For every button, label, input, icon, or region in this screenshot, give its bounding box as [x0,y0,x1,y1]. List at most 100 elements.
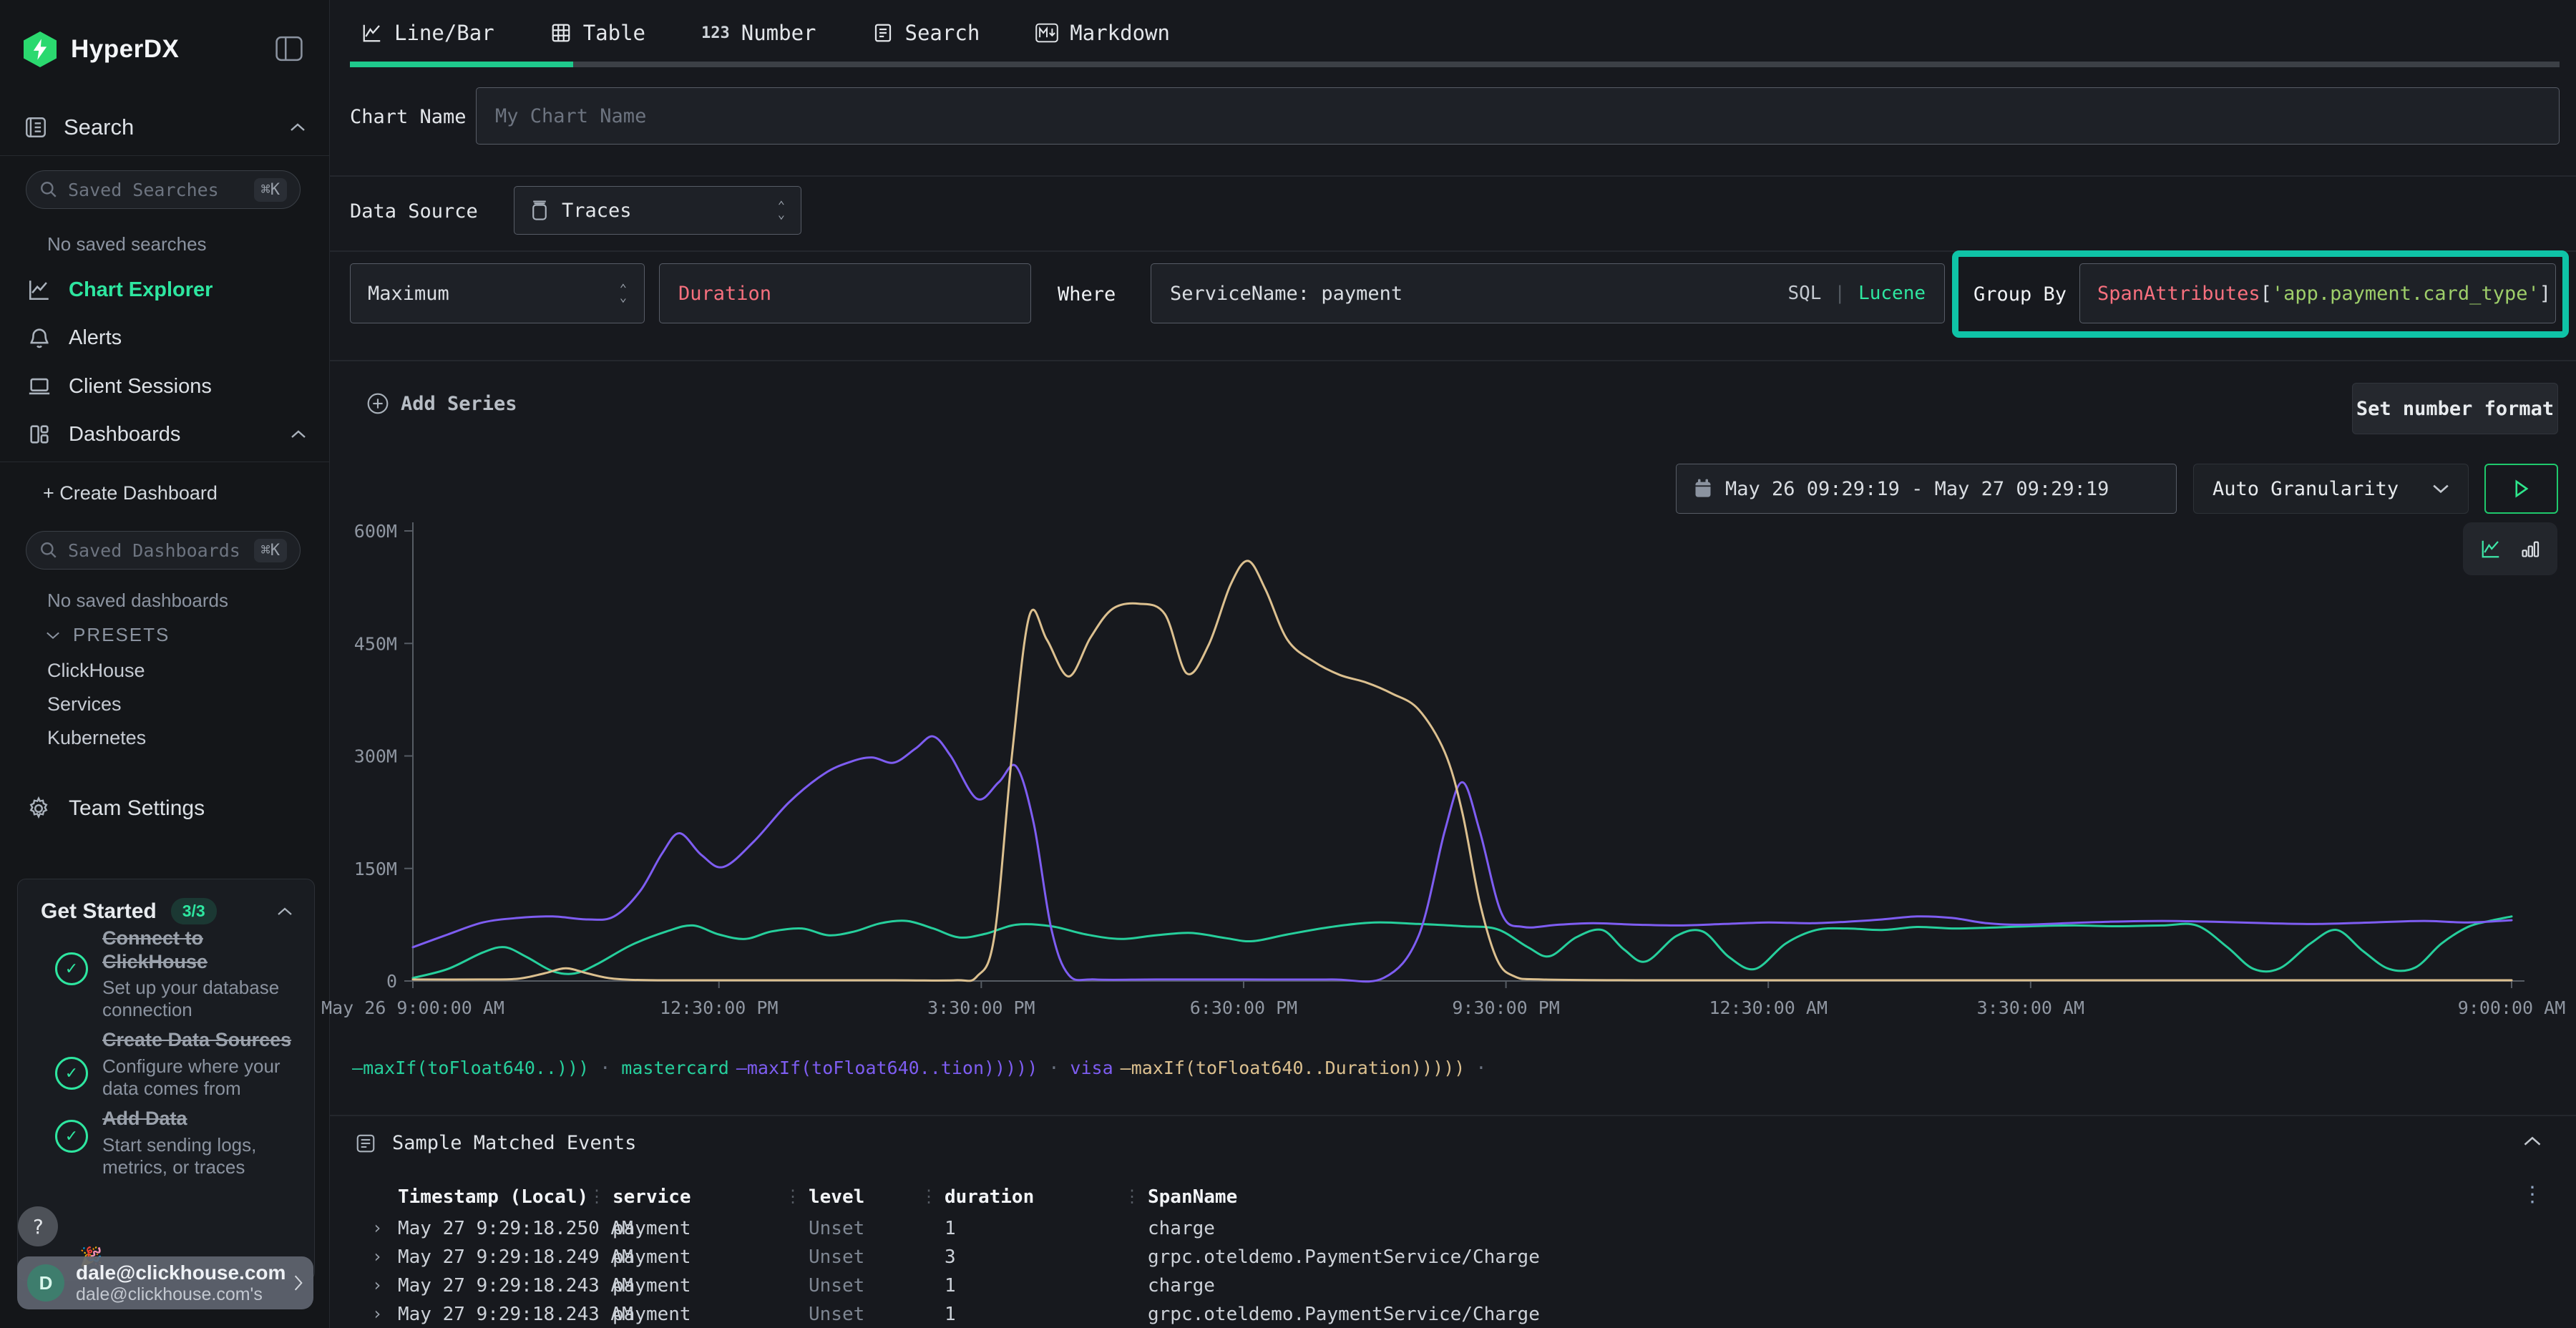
aggregation-value: Maximum [368,283,620,305]
column-header-duration[interactable]: duration [945,1186,1034,1208]
saved-dashboards-input[interactable]: Saved Dashboards ⌘K [26,531,301,570]
tabbar-active-indicator [350,62,573,67]
alerts-bell-icon [27,326,52,350]
legend-group-name: visa [1070,1058,1113,1078]
cell-level: Unset [809,1304,864,1325]
set-number-format-button[interactable]: Set number format [2352,383,2558,434]
sidebar-collapse-icon[interactable] [275,36,303,62]
chevron-down-icon [2432,484,2449,494]
tab-line-bar[interactable]: Line/Bar [361,21,494,45]
cell-timestamp[interactable]: May 27 9:29:18.249 AM [398,1246,633,1268]
legend-item[interactable]: —maxIf(toFloat640..))) · mastercard [352,1058,729,1078]
where-input[interactable]: ServiceName: payment SQL | Lucene [1151,263,1945,323]
events-panel-header[interactable]: Sample Matched Events [355,1132,636,1154]
tab-table[interactable]: Table [550,21,645,45]
column-grip-icon[interactable]: ⋮ [588,1186,605,1206]
tab-label: Number [741,21,816,45]
create-dashboard-button[interactable]: + Create Dashboard [43,482,218,504]
cell-spanname: charge [1148,1218,1215,1239]
cell-timestamp[interactable]: May 27 9:29:18.250 AM [398,1218,633,1239]
column-header-service[interactable]: service [613,1186,691,1208]
preset-services[interactable]: Services [47,693,122,716]
column-grip-icon[interactable]: ⋮ [920,1186,937,1206]
sidebar-item-alerts[interactable]: Alerts [27,326,122,350]
select-updown-icon: ⌃⌄ [620,285,627,302]
cell-timestamp[interactable]: May 27 9:29:18.243 AM [398,1304,633,1325]
kebab-icon[interactable]: ⋮ [2522,1182,2543,1207]
preset-kubernetes[interactable]: Kubernetes [47,727,146,749]
svg-text:9:00:00 AM: 9:00:00 AM [2458,997,2566,1018]
tab-label: Markdown [1070,21,1170,45]
data-source-label: Data Source [350,200,478,223]
granularity-select[interactable]: Auto Granularity [2193,464,2469,514]
data-source-value: Traces [562,200,765,222]
cell-duration: 1 [945,1218,956,1239]
group-by-input[interactable]: SpanAttributes['app.payment.card_type'] [2079,263,2556,323]
run-query-button[interactable] [2484,464,2558,514]
sidebar-item-dashboards[interactable]: Dashboards [27,422,306,446]
chart-canvas[interactable]: 0150M300M450M600MMay 26 9:00:00 AM12:30:… [351,514,2562,1058]
row-expand-chevron[interactable]: › [372,1304,382,1324]
cell-level: Unset [809,1275,864,1297]
chevron-up-icon[interactable] [277,907,293,916]
legend-item[interactable]: —maxIf(toFloat640..Duration))))) · [1121,1058,1487,1078]
presets-header[interactable]: PRESETS [46,624,170,646]
get-started-title: Get Started [41,899,157,924]
row-expand-chevron[interactable]: › [372,1275,382,1295]
saved-searches-input[interactable]: Saved Searches ⌘K [26,170,301,209]
play-icon [2514,479,2529,498]
saved-searches-shortcut: ⌘K [254,178,288,202]
date-range-input[interactable]: May 26 09:29:19 - May 27 09:29:19 [1676,464,2177,514]
legend-item[interactable]: —maxIf(toFloat640..tion))))) · visa [736,1058,1113,1078]
sidebar-search-label: Search [64,114,274,140]
table-tab-icon [550,22,572,44]
events-panel-title: Sample Matched Events [392,1132,636,1154]
saved-searches-placeholder: Saved Searches [68,180,244,200]
column-header-spanname[interactable]: SpanName [1148,1186,1237,1208]
add-series-button[interactable]: Add Series [366,392,517,415]
chart-name-input[interactable]: My Chart Name [476,87,2560,145]
search-icon [39,180,58,199]
line-bar-tab-icon [361,22,383,44]
cell-service: payment [613,1275,691,1297]
brand[interactable]: HyperDX [24,31,179,67]
database-icon [530,200,549,221]
svg-text:3:30:00 AM: 3:30:00 AM [1977,997,2085,1018]
sql-toggle[interactable]: SQL [1787,283,1821,304]
get-started-item-title: Create Data Sources [102,1028,310,1052]
svg-text:150M: 150M [354,859,397,879]
data-source-select[interactable]: Traces ⌃⌄ [514,186,801,235]
lucene-toggle[interactable]: Lucene [1858,283,1926,304]
tab-markdown[interactable]: Markdown [1035,21,1170,45]
tab-number[interactable]: 123 Number [701,21,816,45]
column-grip-icon[interactable]: ⋮ [1123,1186,1141,1206]
preset-clickhouse[interactable]: ClickHouse [47,660,145,682]
cell-duration: 1 [945,1275,956,1297]
where-label: Where [1058,283,1116,306]
sidebar-section-search[interactable]: Search [24,114,306,140]
chart-type-tabbar: Line/Bar Table 123 Number Search Markdow… [361,13,1170,53]
events-collapse-chevron-icon[interactable] [2523,1136,2542,1146]
cell-timestamp[interactable]: May 27 9:29:18.243 AM [398,1275,633,1297]
sidebar-item-team-settings[interactable]: Team Settings [26,796,205,821]
cell-level: Unset [809,1218,864,1239]
help-icon[interactable]: ? [18,1206,58,1246]
row-expand-chevron[interactable]: › [372,1218,382,1238]
aggregation-select[interactable]: Maximum ⌃⌄ [350,263,645,323]
sidebar-item-client-sessions[interactable]: Client Sessions [27,374,212,399]
column-grip-icon[interactable]: ⋮ [784,1186,801,1206]
column-header-level[interactable]: level [809,1186,864,1208]
cell-spanname: grpc.oteldemo.PaymentService/Charge [1148,1304,1540,1325]
sidebar-item-chart-explorer[interactable]: Chart Explorer [27,278,213,302]
field-input[interactable]: Duration [659,263,1031,323]
column-header-timestamp[interactable]: Timestamp (Local) [398,1186,588,1208]
cell-service: payment [613,1218,691,1239]
tab-search[interactable]: Search [872,21,980,45]
legend-series-name: maxIf(toFloat640..tion))))) [747,1058,1038,1078]
legend-separator: · [1038,1058,1070,1078]
chevron-right-icon [293,1274,303,1292]
chart-legend[interactable]: —maxIf(toFloat640..))) · mastercard —maxI… [352,1058,1486,1078]
user-menu[interactable]: D dale@clickhouse.com dale@clickhouse.co… [17,1256,313,1309]
tab-label: Table [583,21,645,45]
row-expand-chevron[interactable]: › [372,1246,382,1266]
